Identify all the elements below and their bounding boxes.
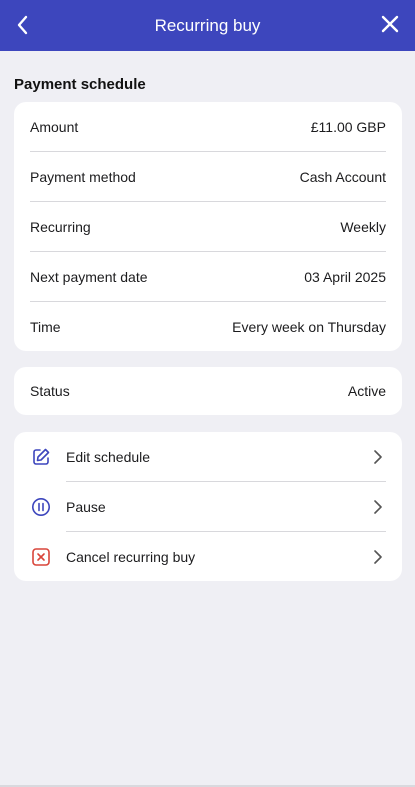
section-title-payment-schedule: Payment schedule [14, 76, 146, 93]
back-button[interactable] [8, 10, 38, 40]
schedule-row-label: Amount [30, 119, 79, 135]
pause-button[interactable]: Pause [14, 482, 402, 532]
schedule-row-value: 03 April 2025 [304, 269, 386, 285]
page-title: Recurring buy [154, 15, 261, 35]
chevron-left-icon [17, 15, 28, 35]
payment-schedule-card: Amount £11.00 GBP Payment method Cash Ac… [14, 102, 402, 351]
chevron-right-icon [370, 449, 386, 465]
edit-schedule-button[interactable]: Edit schedule [14, 432, 402, 482]
pause-icon [30, 496, 52, 518]
schedule-row-value: Cash Account [299, 169, 386, 185]
schedule-row-label: Time [30, 319, 61, 335]
status-row: Status Active [14, 367, 402, 415]
status-card: Status Active [14, 367, 402, 415]
header-bar: Recurring buy [0, 0, 415, 51]
cancel-recurring-buy-button[interactable]: Cancel recurring buy [14, 532, 402, 581]
schedule-row-label: Recurring [30, 219, 91, 235]
cancel-recurring-buy-label: Cancel recurring buy [66, 549, 196, 565]
schedule-row-label: Payment method [30, 169, 136, 185]
recurring-buy-screen: Recurring buy Payment schedule Amount £1… [0, 0, 415, 787]
close-button[interactable] [375, 9, 405, 39]
close-icon [381, 15, 399, 33]
schedule-row-next-payment-date: Next payment date 03 April 2025 [14, 252, 402, 302]
actions-card: Edit schedule Pause Cancel recurring buy [14, 432, 402, 581]
chevron-right-icon [370, 549, 386, 565]
status-label: Status [30, 383, 70, 399]
schedule-row-value: Every week on Thursday [232, 319, 386, 335]
cancel-icon [30, 546, 52, 568]
chevron-right-icon [370, 499, 386, 515]
schedule-row-value: Weekly [340, 219, 386, 235]
pause-label: Pause [66, 499, 106, 515]
edit-icon [30, 446, 52, 468]
schedule-row-payment-method: Payment method Cash Account [14, 152, 402, 202]
schedule-row-label: Next payment date [30, 269, 148, 285]
schedule-row-amount: Amount £11.00 GBP [14, 102, 402, 152]
schedule-row-time: Time Every week on Thursday [14, 302, 402, 351]
edit-schedule-label: Edit schedule [66, 449, 151, 465]
schedule-row-value: £11.00 GBP [310, 119, 386, 135]
schedule-row-recurring: Recurring Weekly [14, 202, 402, 252]
status-badge: Active [347, 383, 386, 399]
